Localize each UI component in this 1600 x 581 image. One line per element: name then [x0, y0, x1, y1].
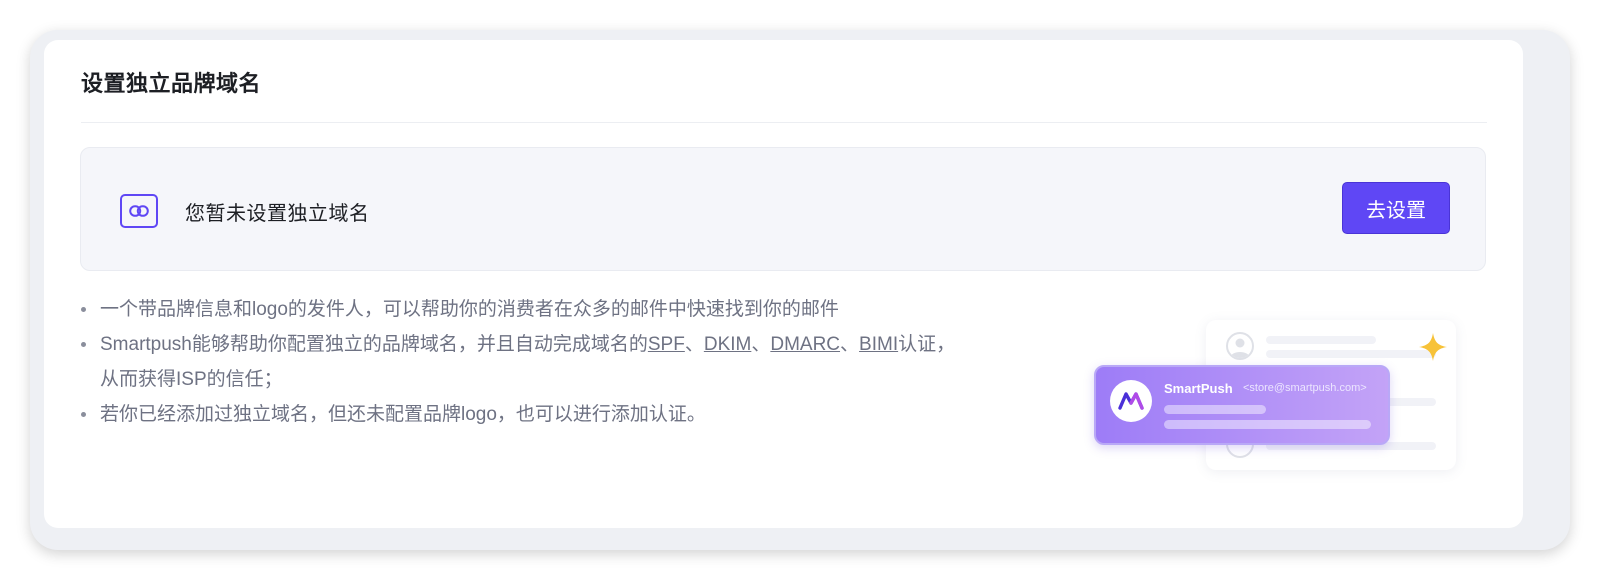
sender-illustration: SmartPush <store@smartpush.com> — [1094, 320, 1474, 480]
list-item: Smartpush能够帮助你配置独立的品牌域名，并且自动完成域名的SPF、DKI… — [80, 327, 1040, 397]
sender-name: SmartPush — [1164, 381, 1233, 396]
sparkle-icon — [1418, 332, 1448, 367]
placeholder-line — [1266, 350, 1436, 358]
list-item-text: 若你已经添加过独立域名，但还未配置品牌logo，也可以进行添加认证。 — [100, 404, 706, 425]
separator: 、 — [684, 334, 704, 355]
list-item-text: 认证， — [898, 334, 956, 355]
page-title: 设置独立品牌域名 — [81, 71, 262, 96]
benefits-list: 一个带品牌信息和logo的发件人，可以帮助你的消费者在众多的邮件中快速找到你的邮… — [80, 292, 1040, 432]
no-domain-banner: 您暂未设置独立域名 去设置 — [80, 147, 1486, 271]
bimi-link[interactable]: BIMI — [859, 334, 898, 355]
placeholder-line — [1164, 405, 1266, 414]
list-item: 若你已经添加过独立域名，但还未配置品牌logo，也可以进行添加认证。 — [80, 397, 1040, 432]
user-avatar-icon — [1226, 332, 1254, 360]
go-setup-button[interactable]: 去设置 — [1342, 182, 1450, 234]
separator: 、 — [751, 334, 771, 355]
banner-message: 您暂未设置独立域名 — [185, 203, 370, 225]
placeholder-line — [1164, 420, 1371, 429]
dkim-link[interactable]: DKIM — [704, 334, 752, 355]
dmarc-link[interactable]: DMARC — [770, 334, 840, 355]
list-item-text: Smartpush能够帮助你配置独立的品牌域名，并且自动完成域名的 — [100, 334, 648, 355]
separator: 、 — [840, 334, 860, 355]
list-item-text: 从而获得ISP的信任； — [100, 369, 283, 390]
sender-card: SmartPush <store@smartpush.com> — [1094, 365, 1390, 445]
spf-link[interactable]: SPF — [648, 334, 685, 355]
domain-settings-card: 设置独立品牌域名 您暂未设置独立域名 去设置 一个带品牌信息和logo的发件人，… — [44, 40, 1523, 528]
link-icon — [120, 194, 158, 228]
list-item: 一个带品牌信息和logo的发件人，可以帮助你的消费者在众多的邮件中快速找到你的邮… — [80, 292, 1040, 327]
list-item-text: 一个带品牌信息和logo的发件人，可以帮助你的消费者在众多的邮件中快速找到你的邮… — [100, 299, 839, 320]
smartpush-logo-icon — [1110, 380, 1152, 422]
sender-email: <store@smartpush.com> — [1243, 382, 1367, 394]
divider — [81, 122, 1487, 123]
placeholder-line — [1266, 336, 1376, 344]
window-frame: 设置独立品牌域名 您暂未设置独立域名 去设置 一个带品牌信息和logo的发件人，… — [30, 30, 1570, 550]
inbox-row — [1226, 332, 1441, 362]
